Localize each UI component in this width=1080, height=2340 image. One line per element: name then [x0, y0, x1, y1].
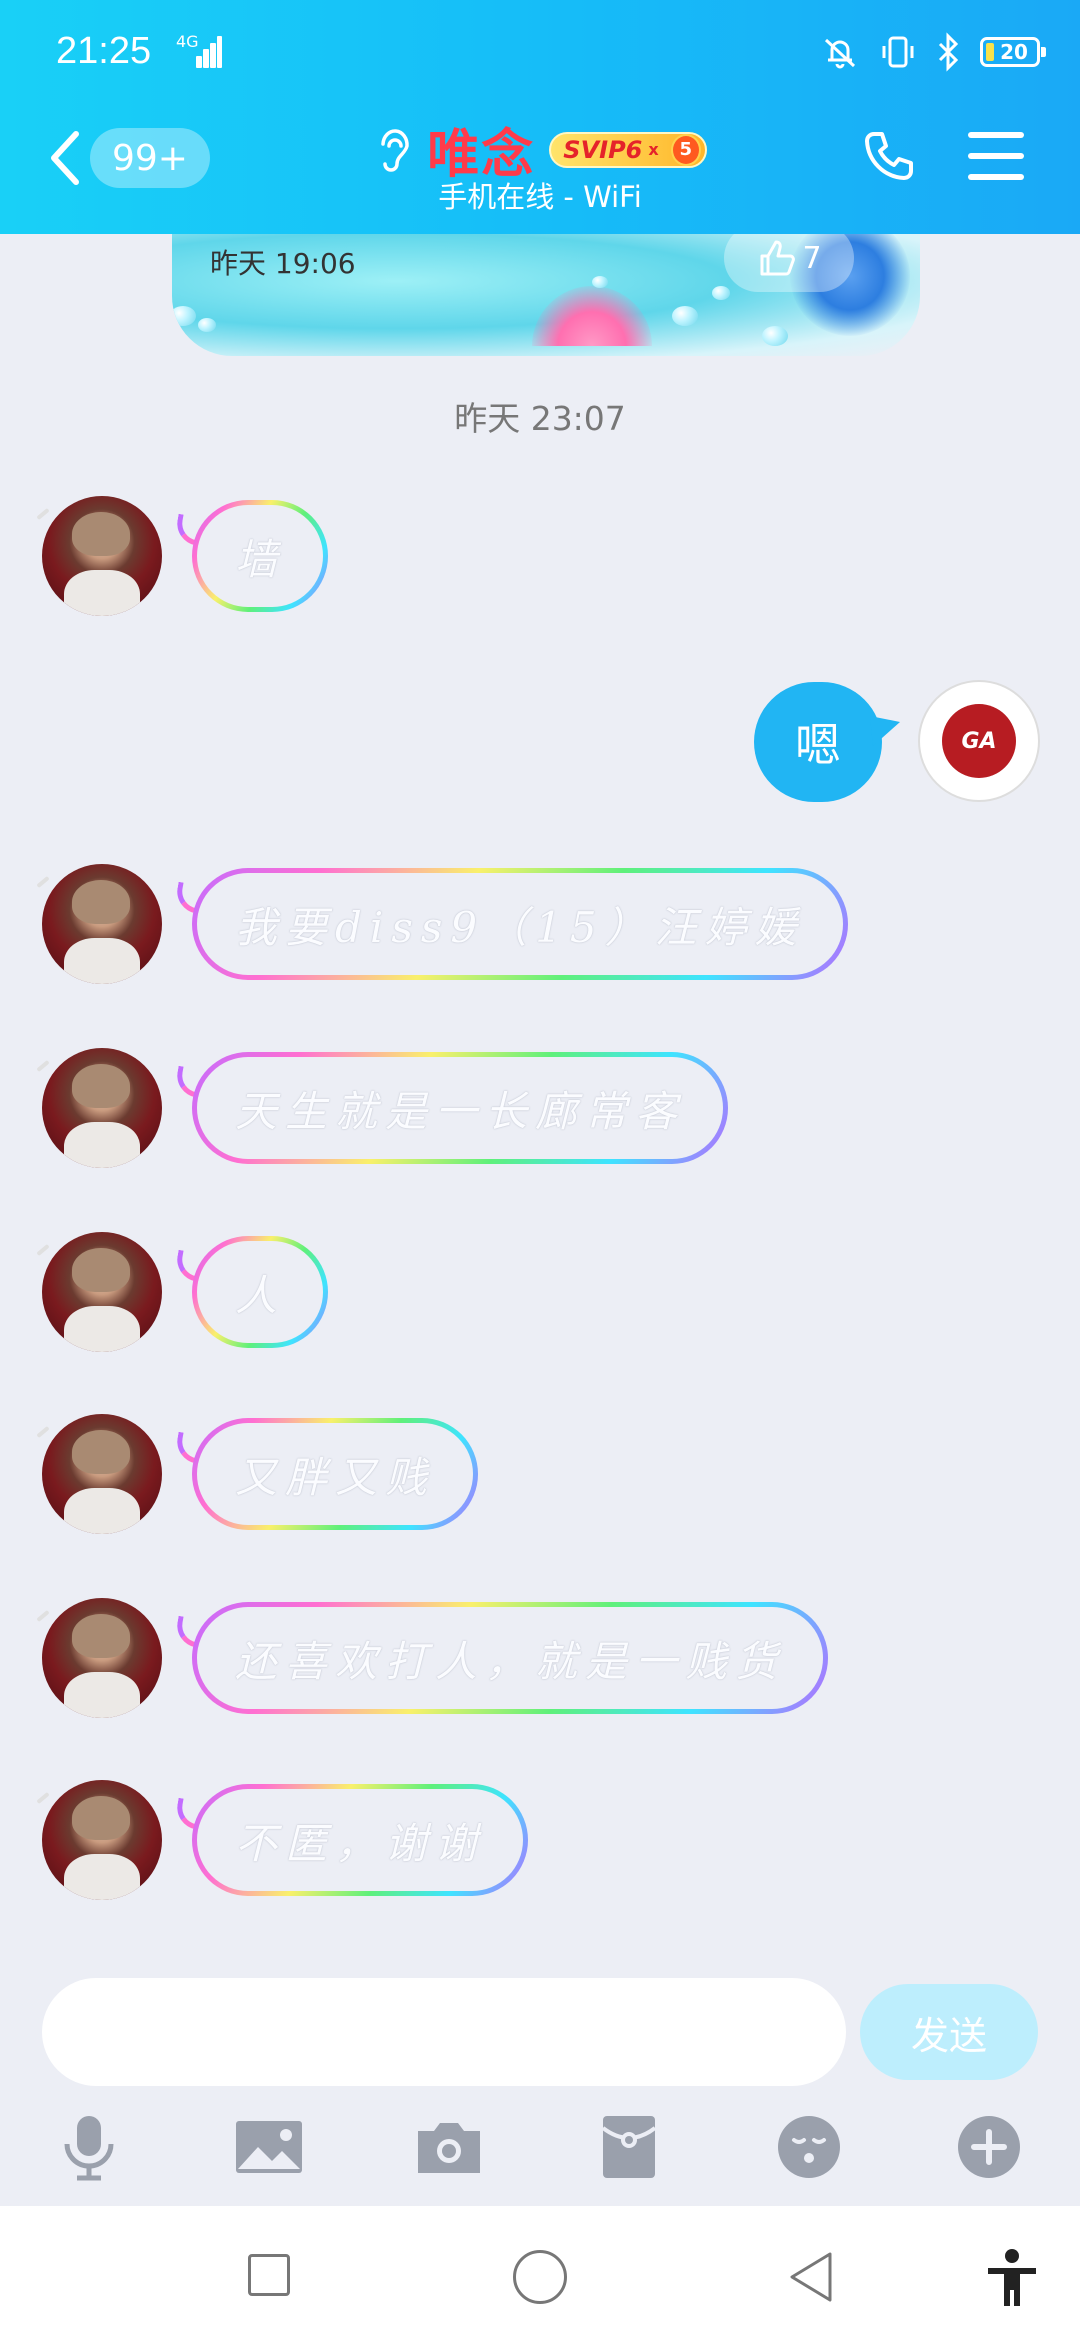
- message-bubble[interactable]: 天生就是一长廊常客: [192, 1052, 728, 1164]
- emoji-icon[interactable]: [774, 2112, 844, 2182]
- thumbs-up-icon: [760, 240, 796, 276]
- online-status: 手机在线 - WiFi: [438, 180, 642, 214]
- message-timestamp: 昨天 23:07: [454, 399, 626, 438]
- message-input[interactable]: [42, 1978, 846, 2086]
- battery-level: 20: [1000, 40, 1028, 64]
- mute-icon: [824, 38, 856, 69]
- message-bubble[interactable]: 又胖又贱: [192, 1418, 478, 1530]
- red-packet-icon[interactable]: [594, 2112, 664, 2182]
- avatar-pendant-icon: [36, 875, 50, 889]
- svip-level: 5: [670, 133, 701, 166]
- recent-apps-button[interactable]: [248, 2254, 290, 2296]
- message-bubble[interactable]: 还喜欢打人，就是一贱货: [192, 1602, 828, 1714]
- my-avatar[interactable]: GA: [918, 680, 1040, 802]
- back-triangle-icon[interactable]: [786, 2250, 836, 2304]
- avatar-pendant-icon: [36, 507, 50, 521]
- microphone-icon[interactable]: [54, 2112, 124, 2182]
- like-button[interactable]: 7: [724, 224, 854, 292]
- plus-icon[interactable]: [954, 2112, 1024, 2182]
- chat-header: 21:25 4G 20 99+ 唯念 SVIP6 x 5 手机在线 - WiFi: [0, 0, 1080, 234]
- input-toolbar: [0, 2098, 1080, 2202]
- bluetooth-icon: [938, 32, 959, 72]
- image-icon[interactable]: [234, 2112, 304, 2182]
- svip-label: SVIP6: [563, 135, 643, 164]
- my-message-bubble[interactable]: 嗯: [754, 682, 882, 802]
- avatar-pendant-icon: [36, 1243, 50, 1257]
- contact-avatar[interactable]: [42, 496, 162, 616]
- contact-avatar[interactable]: [42, 1780, 162, 1900]
- accessibility-icon[interactable]: [984, 2248, 1040, 2308]
- message-bubble[interactable]: 墙: [192, 500, 328, 612]
- avatar-pendant-icon: [36, 1609, 50, 1623]
- ear-icon[interactable]: [373, 124, 413, 176]
- message-bubble[interactable]: 我要diss9（15）汪婷媛: [192, 868, 848, 980]
- status-icons: 20: [820, 32, 1046, 72]
- menu-icon[interactable]: [968, 132, 1024, 180]
- my-bubble-tail: [870, 716, 900, 746]
- signal-icon: [196, 36, 222, 68]
- camera-icon[interactable]: [414, 2112, 484, 2182]
- system-navigation-bar: [0, 2206, 1080, 2340]
- svip-multiplier: x: [648, 140, 659, 159]
- home-button[interactable]: [513, 2250, 567, 2304]
- contact-avatar[interactable]: [42, 864, 162, 984]
- contact-avatar[interactable]: [42, 1232, 162, 1352]
- contact-avatar[interactable]: [42, 1048, 162, 1168]
- phone-icon[interactable]: [860, 128, 916, 184]
- school-logo: GA: [942, 704, 1016, 778]
- like-count: 7: [802, 240, 822, 276]
- contact-avatar[interactable]: [42, 1414, 162, 1534]
- message-bubble[interactable]: 人: [192, 1236, 328, 1348]
- avatar-pendant-icon: [36, 1059, 50, 1073]
- vibrate-icon: [882, 36, 914, 68]
- status-time: 21:25: [56, 30, 152, 72]
- avatar-pendant-icon: [36, 1425, 50, 1439]
- message-bubble[interactable]: 不匿，谢谢: [192, 1784, 528, 1896]
- contact-avatar[interactable]: [42, 1598, 162, 1718]
- send-button[interactable]: 发送: [860, 1984, 1038, 2080]
- status-bar: 21:25 4G 20: [0, 0, 1080, 100]
- battery-icon: 20: [980, 37, 1046, 67]
- svip-badge[interactable]: SVIP6 x 5: [549, 131, 707, 168]
- previous-card-time: 昨天 19:06: [210, 247, 356, 280]
- avatar-pendant-icon: [36, 1791, 50, 1805]
